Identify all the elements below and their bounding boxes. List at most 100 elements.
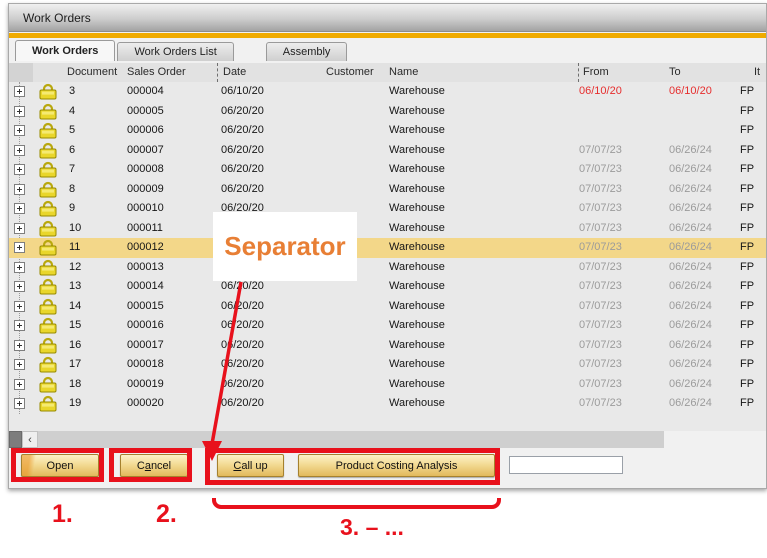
cell-from: 07/07/23 <box>579 378 622 390</box>
column-header-document[interactable]: Document <box>67 66 117 78</box>
expand-plus-icon[interactable] <box>14 398 25 409</box>
column-separator-dashed <box>578 63 579 82</box>
lock-icon <box>37 376 59 393</box>
cell-from: 06/10/20 <box>579 85 622 97</box>
lock-icon <box>37 259 59 276</box>
column-header-customer[interactable]: Customer <box>326 66 374 78</box>
expand-plus-icon[interactable] <box>14 242 25 253</box>
cell-to: 06/10/20 <box>669 85 712 97</box>
tab-work-orders-list[interactable]: Work Orders List <box>117 42 233 61</box>
expand-plus-icon[interactable] <box>14 340 25 351</box>
column-header-item[interactable]: It <box>754 66 760 78</box>
tab-assembly[interactable]: Assembly <box>266 42 348 61</box>
cell-document: 8 <box>69 183 75 195</box>
table-row[interactable]: 500000606/20/20WarehouseFP <box>9 121 766 141</box>
horizontal-scrollbar-track[interactable] <box>38 431 664 448</box>
cell-item: FP <box>740 144 754 156</box>
table-row[interactable]: 1500001606/20/20Warehouse07/07/2306/26/2… <box>9 316 766 336</box>
cell-document: 15 <box>69 319 81 331</box>
cell-sales-order: 000008 <box>127 163 164 175</box>
cell-date: 06/20/20 <box>221 319 264 331</box>
expand-plus-icon[interactable] <box>14 164 25 175</box>
cell-sales-order: 000016 <box>127 319 164 331</box>
lock-icon <box>37 298 59 315</box>
table-row[interactable]: 800000906/20/20Warehouse07/07/2306/26/24… <box>9 180 766 200</box>
lock-icon <box>37 83 59 100</box>
cell-sales-order: 000007 <box>127 144 164 156</box>
cell-item: FP <box>740 222 754 234</box>
expand-plus-icon[interactable] <box>14 86 25 97</box>
table-row[interactable]: 1900002006/20/20Warehouse07/07/2306/26/2… <box>9 394 766 414</box>
scroll-left-arrow-icon[interactable]: ‹ <box>22 431 38 448</box>
expand-plus-icon[interactable] <box>14 223 25 234</box>
expand-plus-icon[interactable] <box>14 262 25 273</box>
cell-name: Warehouse <box>389 124 445 136</box>
expand-plus-icon[interactable] <box>14 379 25 390</box>
table-row[interactable]: 300000406/10/20Warehouse06/10/2006/10/20… <box>9 82 766 102</box>
lock-icon <box>37 103 59 120</box>
expand-plus-icon[interactable] <box>14 203 25 214</box>
table-row[interactable]: 1700001806/20/20Warehouse07/07/2306/26/2… <box>9 355 766 375</box>
footer-text-field[interactable] <box>509 456 623 474</box>
cell-date: 06/20/20 <box>221 124 264 136</box>
expand-plus-icon[interactable] <box>14 359 25 370</box>
table-row[interactable]: 1200001306/20/20Warehouse07/07/2306/26/2… <box>9 258 766 278</box>
cell-item: FP <box>740 339 754 351</box>
cell-to: 06/26/24 <box>669 300 712 312</box>
column-header-sales-order[interactable]: Sales Order <box>127 66 186 78</box>
lock-icon <box>37 278 59 295</box>
lock-icon <box>37 142 59 159</box>
accent-bar <box>9 33 766 38</box>
cell-date: 06/20/20 <box>221 358 264 370</box>
cell-from: 07/07/23 <box>579 163 622 175</box>
column-header-name[interactable]: Name <box>389 66 418 78</box>
window-titlebar[interactable]: Work Orders <box>9 4 766 32</box>
cell-name: Warehouse <box>389 144 445 156</box>
column-header-date[interactable]: Date <box>223 66 246 78</box>
column-header-from[interactable]: From <box>583 66 609 78</box>
tab-work-orders[interactable]: Work Orders <box>15 40 115 61</box>
expand-plus-icon[interactable] <box>14 125 25 136</box>
expand-plus-icon[interactable] <box>14 145 25 156</box>
column-header-to[interactable]: To <box>669 66 681 78</box>
cell-name: Warehouse <box>389 202 445 214</box>
table-row[interactable]: 1100001206/20/20Warehouse07/07/2306/26/2… <box>9 238 766 258</box>
lock-icon <box>37 356 59 373</box>
annotation-bracket <box>212 498 501 509</box>
cell-item: FP <box>740 202 754 214</box>
expand-plus-icon[interactable] <box>14 301 25 312</box>
table-row[interactable]: 1000001106/20/20Warehouse07/07/2306/26/2… <box>9 219 766 239</box>
table-row[interactable]: 1300001406/20/20Warehouse07/07/2306/26/2… <box>9 277 766 297</box>
table-row[interactable]: 1400001506/20/20Warehouse07/07/2306/26/2… <box>9 297 766 317</box>
table-row[interactable]: 900001006/20/20Warehouse07/07/2306/26/24… <box>9 199 766 219</box>
cell-from: 07/07/23 <box>579 397 622 409</box>
cell-sales-order: 000020 <box>127 397 164 409</box>
expand-plus-icon[interactable] <box>14 106 25 117</box>
cell-to: 06/26/24 <box>669 358 712 370</box>
cell-to: 06/26/24 <box>669 378 712 390</box>
expand-plus-icon[interactable] <box>14 320 25 331</box>
expand-plus-icon[interactable] <box>14 281 25 292</box>
lock-icon <box>37 220 59 237</box>
cell-document: 11 <box>69 241 80 253</box>
step-label-3: 3. – ... <box>340 514 404 541</box>
cell-item: FP <box>740 105 754 117</box>
cell-to: 06/26/24 <box>669 222 712 234</box>
cell-from: 07/07/23 <box>579 358 622 370</box>
table-row[interactable]: 1600001706/20/20Warehouse07/07/2306/26/2… <box>9 336 766 356</box>
expand-plus-icon[interactable] <box>14 184 25 195</box>
cell-name: Warehouse <box>389 397 445 409</box>
cell-item: FP <box>740 300 754 312</box>
table-row[interactable]: 1800001906/20/20Warehouse07/07/2306/26/2… <box>9 375 766 395</box>
cell-document: 14 <box>69 300 81 312</box>
table-row[interactable]: 600000706/20/20Warehouse07/07/2306/26/24… <box>9 141 766 161</box>
lock-icon <box>37 395 59 412</box>
scrollbar-corner-handle[interactable] <box>9 431 22 448</box>
cell-from: 07/07/23 <box>579 339 622 351</box>
cell-from: 07/07/23 <box>579 222 622 234</box>
table-row[interactable]: 400000506/20/20WarehouseFP <box>9 102 766 122</box>
cell-document: 7 <box>69 163 75 175</box>
cell-sales-order: 000006 <box>127 124 164 136</box>
table-row[interactable]: 700000806/20/20Warehouse07/07/2306/26/24… <box>9 160 766 180</box>
lock-icon <box>37 337 59 354</box>
